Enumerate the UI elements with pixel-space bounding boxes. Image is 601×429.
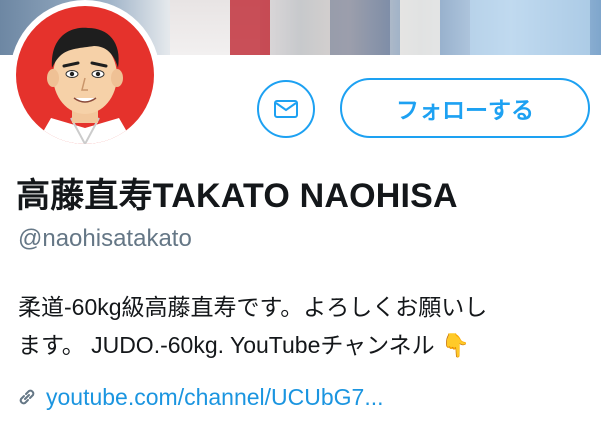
banner-region <box>470 0 590 55</box>
message-button[interactable] <box>257 80 315 138</box>
follow-button[interactable]: フォローする <box>340 78 590 138</box>
link-icon <box>19 389 35 405</box>
profile-bio: 柔道-60kg級高藤直寿です。よろしくお願いし ます。 JUDO.-60kg. … <box>18 288 593 364</box>
banner-region <box>230 0 270 55</box>
avatar[interactable] <box>10 0 160 150</box>
display-name: 高藤直寿TAKATO NAOHISA <box>16 177 458 215</box>
profile-website[interactable]: youtube.com/channel/UCUbG7... <box>16 380 384 414</box>
banner-region <box>400 0 440 55</box>
envelope-icon <box>274 100 298 118</box>
bio-text: ます。 JUDO.-60kg. YouTubeチャンネル <box>18 332 442 358</box>
website-link[interactable]: youtube.com/channel/UCUbG7... <box>46 384 384 411</box>
follow-button-label: フォローする <box>396 97 534 123</box>
banner-region <box>330 0 390 55</box>
pointing-down-emoji: 👇 <box>441 332 470 358</box>
avatar-image <box>16 6 154 144</box>
user-handle: @naohisatakato <box>18 225 192 252</box>
bio-line: 柔道-60kg級高藤直寿です。よろしくお願いし <box>18 294 488 320</box>
cartoon-face-illustration <box>36 27 134 144</box>
bio-line: ます。 JUDO.-60kg. YouTubeチャンネル 👇 <box>18 326 593 364</box>
